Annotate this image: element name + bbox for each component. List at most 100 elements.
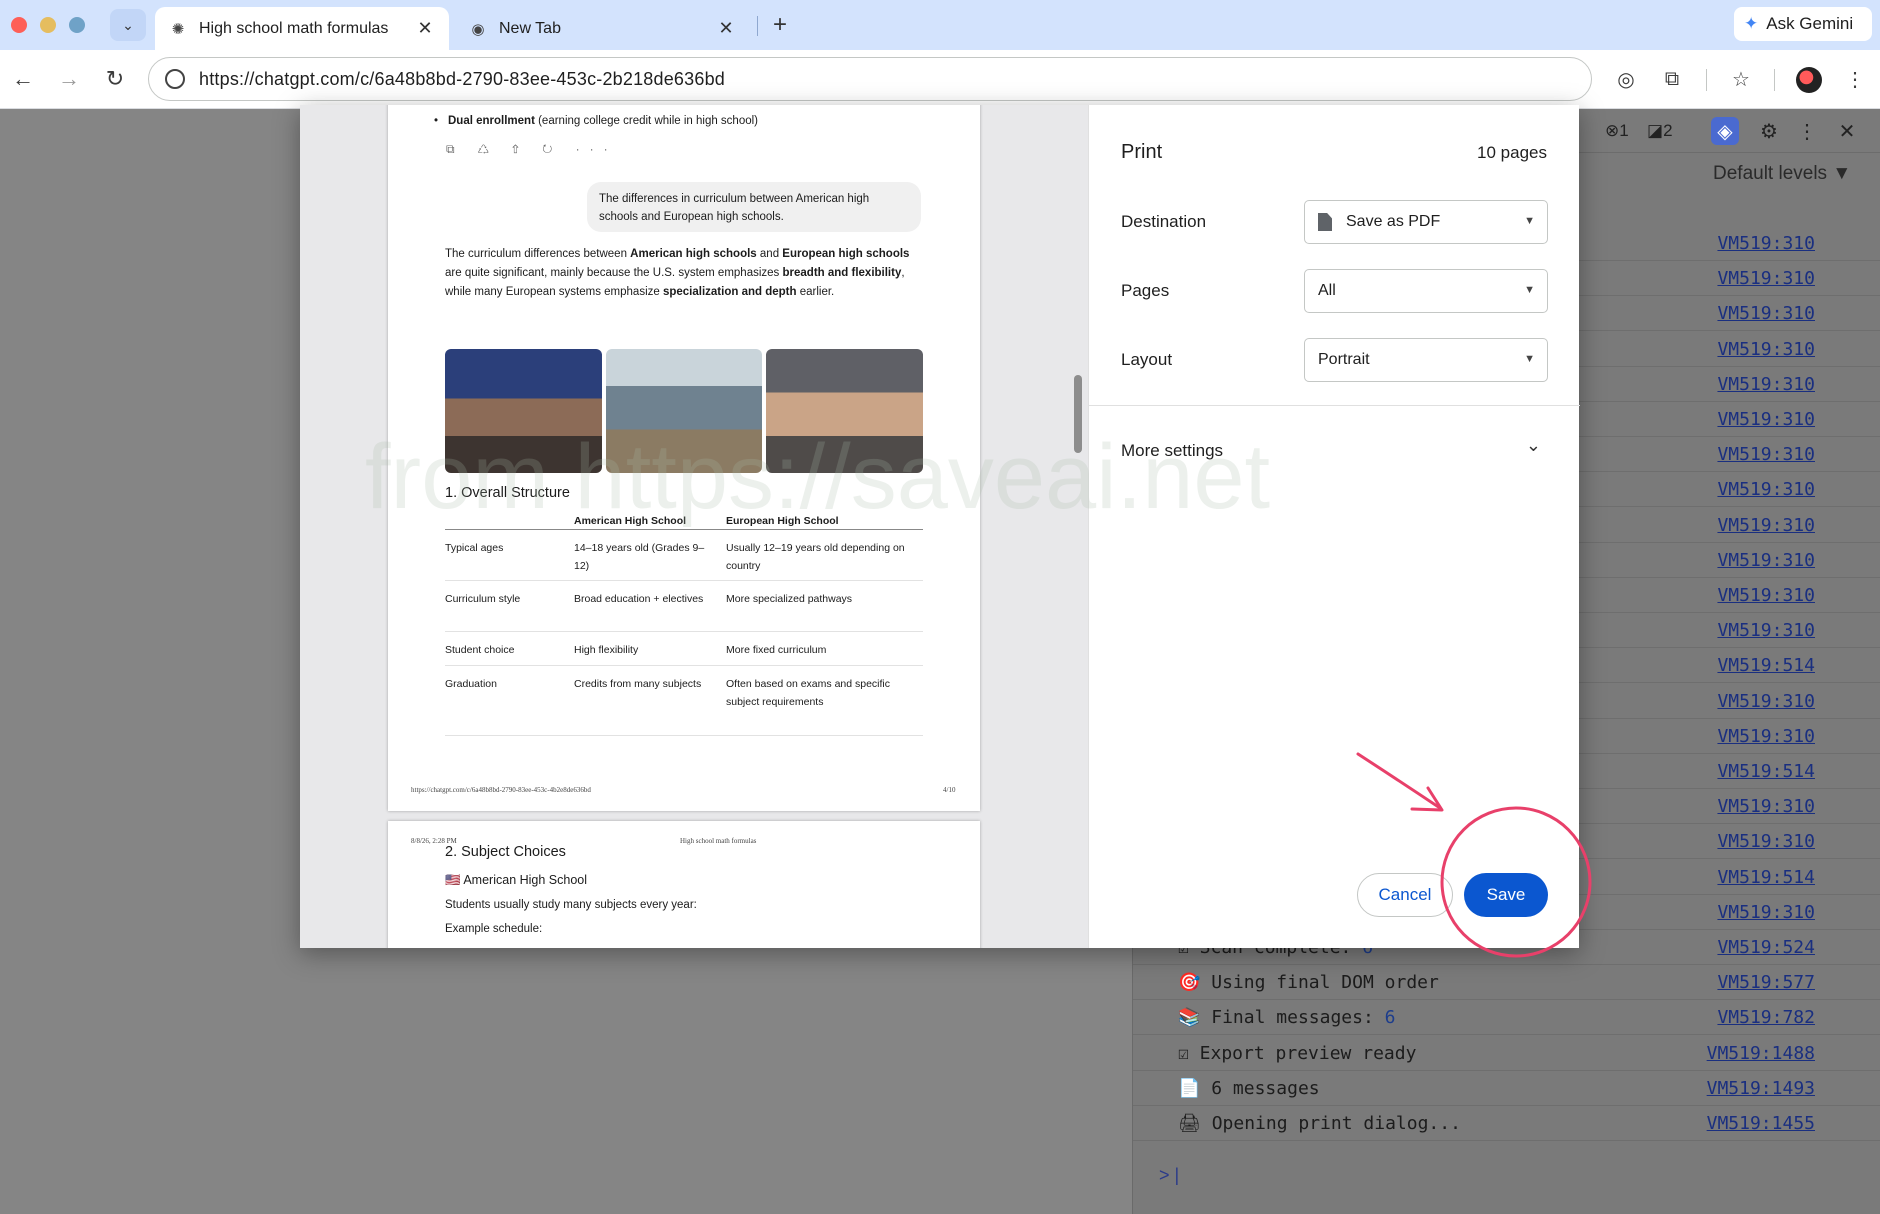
source-link[interactable]: VM519:514: [1717, 761, 1815, 782]
table-cell: Graduation: [445, 678, 497, 690]
console-message: ☑ Export preview ready: [1178, 1042, 1417, 1064]
source-link[interactable]: VM519:310: [1717, 691, 1815, 712]
source-link[interactable]: VM519:310: [1717, 233, 1815, 254]
console-value: 6: [1384, 1007, 1396, 1029]
source-link[interactable]: VM519:310: [1717, 585, 1815, 606]
address-bar[interactable]: https://chatgpt.com/c/6a48b8bd-2790-83ee…: [148, 57, 1592, 101]
table-cell: Curriculum style: [445, 593, 521, 605]
log-levels-dropdown[interactable]: Default levels ▼: [1713, 163, 1851, 185]
dropdown-caret-icon: ▼: [1524, 353, 1535, 365]
watermark-text: from https://saveai.net: [365, 426, 1271, 528]
devtools-more-icon[interactable]: ⋮: [1793, 117, 1821, 145]
close-tab-icon[interactable]: ✕: [415, 18, 435, 39]
reload-button[interactable]: ↻: [98, 62, 132, 96]
console-row: 📚 Final messages: 6 VM519:782: [1133, 1000, 1880, 1036]
source-link[interactable]: VM519:310: [1717, 831, 1815, 852]
body-text: Students usually study many subjects eve…: [445, 899, 697, 911]
source-link[interactable]: VM519:310: [1717, 620, 1815, 641]
table-cell: More fixed curriculum: [726, 644, 827, 656]
source-link[interactable]: VM519:310: [1717, 796, 1815, 817]
page-number: 4/10: [943, 786, 956, 794]
tab-new-tab[interactable]: ◉ New Tab ✕: [455, 7, 750, 50]
extension-camera-icon[interactable]: ◎: [1609, 62, 1643, 96]
minimize-window-button[interactable]: [40, 17, 56, 33]
table-cell: Broad education + electives: [574, 593, 704, 605]
close-window-button[interactable]: [11, 17, 27, 33]
source-link[interactable]: VM519:310: [1717, 339, 1815, 360]
console-prompt[interactable]: > |: [1159, 1165, 1179, 1186]
tab-title: New Tab: [499, 19, 561, 37]
chevron-down-icon: ⌄: [122, 16, 134, 33]
warning-count[interactable]: ◪2: [1647, 121, 1673, 141]
chrome-icon: ◉: [471, 20, 485, 38]
console-row: 🖨 Opening print dialog... VM519:1455: [1133, 1106, 1880, 1141]
tab-title: High school math formulas: [199, 19, 389, 37]
source-link[interactable]: VM519:310: [1717, 515, 1815, 536]
source-link[interactable]: VM519:514: [1717, 867, 1815, 888]
source-link[interactable]: VM519:1455: [1707, 1113, 1815, 1134]
error-count[interactable]: ⊗1: [1605, 121, 1629, 141]
source-link[interactable]: VM519:310: [1717, 902, 1815, 923]
page-footer-url: https://chatgpt.com/c/6a48b8bd-2790-83ee…: [411, 786, 591, 794]
source-link[interactable]: VM519:782: [1717, 1007, 1815, 1028]
tab-strip: ⌄ ✺ High school math formulas ✕ ◉ New Ta…: [0, 0, 1880, 50]
source-link[interactable]: VM519:310: [1717, 479, 1815, 500]
profile-avatar[interactable]: [1796, 67, 1822, 93]
page-header-title: High school math formulas: [680, 837, 757, 845]
layout-select[interactable]: Portrait ▼: [1304, 338, 1548, 382]
source-link[interactable]: VM519:310: [1717, 303, 1815, 324]
new-tab-button[interactable]: +: [765, 10, 795, 40]
back-button[interactable]: ←: [6, 62, 40, 96]
table-cell: Often based on exams and specific subjec…: [726, 678, 891, 708]
source-link[interactable]: VM519:310: [1717, 550, 1815, 571]
tab-active[interactable]: ✺ High school math formulas ✕: [155, 7, 449, 50]
devtools-close-icon[interactable]: ✕: [1833, 117, 1861, 145]
console-row: 🎯 Using final DOM order VM519:577: [1133, 965, 1880, 1001]
preview-page: 8/8/26, 2:28 PM High school math formula…: [388, 821, 980, 948]
maximize-window-button[interactable]: [69, 17, 85, 33]
toolbar-divider: [1774, 69, 1775, 91]
more-menu-icon[interactable]: ⋮: [1838, 62, 1872, 96]
destination-label: Destination: [1121, 212, 1207, 231]
layout-label: Layout: [1121, 350, 1173, 369]
answer-paragraph: The curriculum differences between Ameri…: [445, 248, 910, 298]
url-text: https://chatgpt.com/c/6a48b8bd-2790-83ee…: [199, 68, 725, 89]
chatgpt-icon: ✺: [171, 20, 185, 38]
source-link[interactable]: VM519:310: [1717, 444, 1815, 465]
browser-toolbar: ← → ↻ https://chatgpt.com/c/6a48b8bd-279…: [0, 50, 1880, 109]
forward-button[interactable]: →: [52, 62, 86, 96]
devtools-settings-gear-icon[interactable]: ⚙: [1755, 117, 1783, 145]
source-link[interactable]: VM519:514: [1717, 655, 1815, 676]
console-message: 🖨 Opening print dialog...: [1178, 1113, 1461, 1134]
site-info-icon[interactable]: [165, 69, 185, 89]
save-button[interactable]: Save: [1464, 873, 1548, 917]
ask-gemini-button[interactable]: ✦ Ask Gemini: [1734, 7, 1872, 41]
bullet-item: Dual enrollment (earning college credit …: [434, 112, 758, 131]
console-message: 📄 6 messages: [1178, 1077, 1320, 1099]
subsection-heading: 🇺🇸 American High School: [445, 873, 588, 887]
extensions-puzzle-icon[interactable]: ⧉: [1655, 62, 1689, 96]
source-link[interactable]: VM519:310: [1717, 374, 1815, 395]
body-text: Example schedule:: [445, 923, 543, 935]
source-link[interactable]: VM519:310: [1717, 726, 1815, 747]
dropdown-caret-icon: ▼: [1524, 215, 1535, 227]
source-link[interactable]: VM519:1493: [1707, 1078, 1815, 1099]
user-message-bubble: The differences in curriculum between Am…: [587, 182, 921, 232]
pages-select[interactable]: All ▼: [1304, 269, 1548, 313]
bookmark-star-icon[interactable]: ☆: [1724, 62, 1758, 96]
table-row: Graduation Credits from many subjects Ofte…: [445, 666, 923, 736]
console-row: ☑ Export preview ready VM519:1488: [1133, 1036, 1880, 1071]
close-tab-icon[interactable]: ✕: [716, 18, 736, 39]
devtools-inspect-icon[interactable]: ◈: [1711, 117, 1739, 145]
source-link[interactable]: VM519:310: [1717, 409, 1815, 430]
source-link[interactable]: VM519:310: [1717, 268, 1815, 289]
tab-search-button[interactable]: ⌄: [110, 9, 146, 41]
chevron-down-icon[interactable]: ⌄: [1526, 435, 1541, 456]
source-link[interactable]: VM519:577: [1717, 972, 1815, 993]
dropdown-caret-icon: ▼: [1524, 284, 1535, 296]
message-action-icons: ⧉ ♺ ⇧ ↻ ···: [446, 142, 618, 156]
source-link[interactable]: VM519:1488: [1707, 1043, 1815, 1064]
destination-select[interactable]: Save as PDF ▼: [1304, 200, 1548, 244]
cancel-button[interactable]: Cancel: [1357, 873, 1453, 917]
source-link[interactable]: VM519:524: [1717, 937, 1815, 958]
